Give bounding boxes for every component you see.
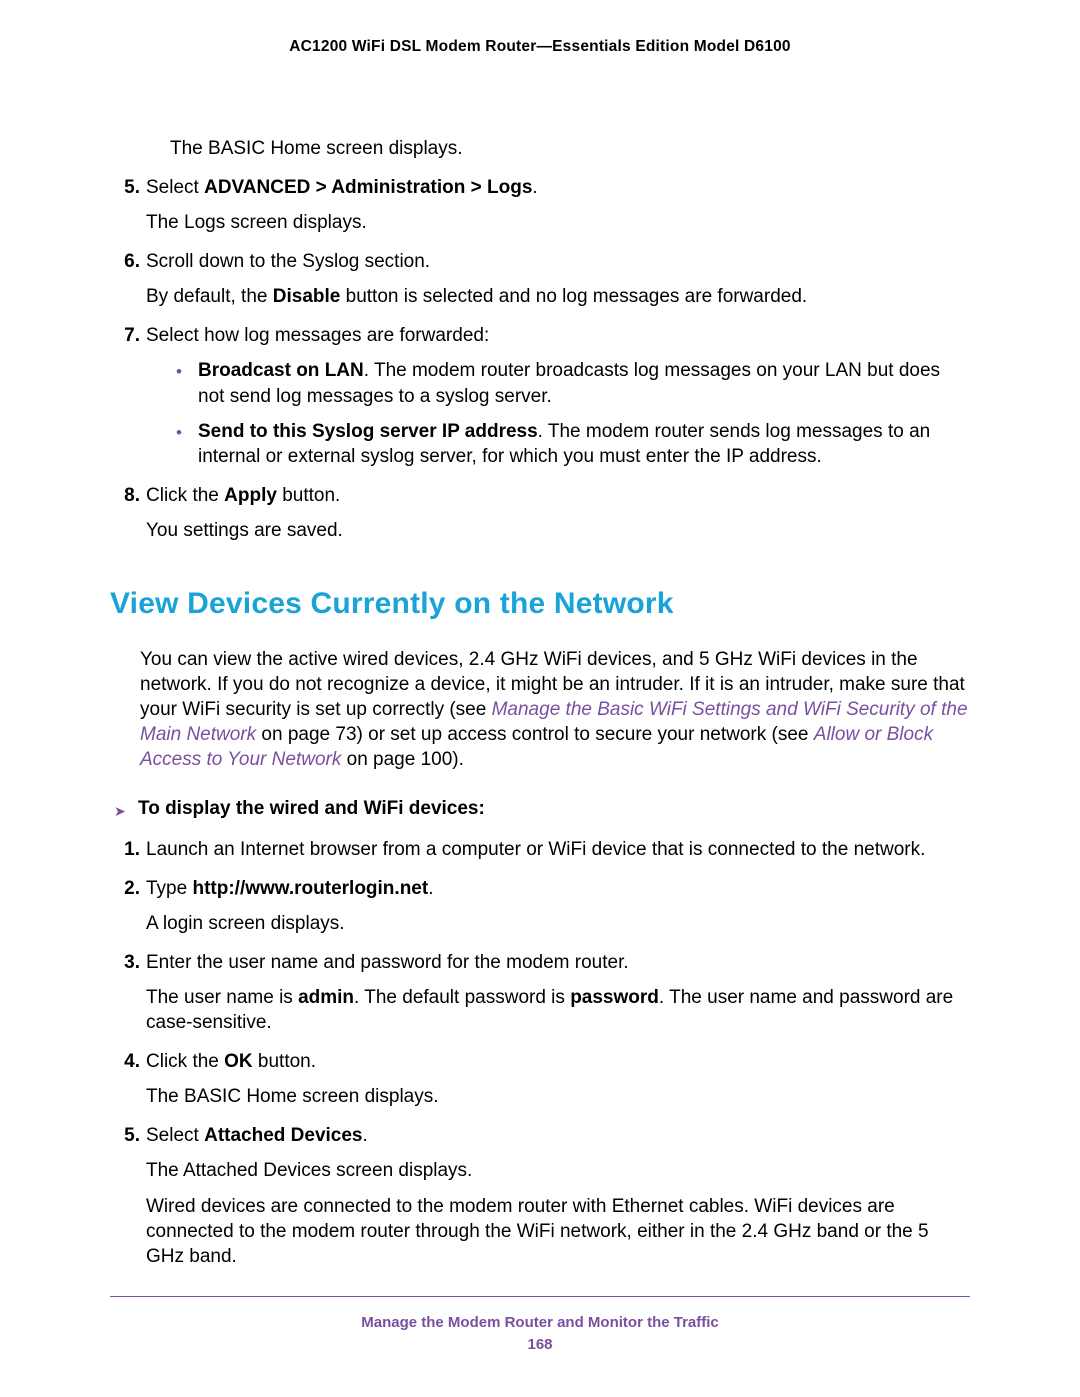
list-text: The user name is: [146, 987, 298, 1008]
bullet-item: • Send to this Syslog server IP address.…: [176, 419, 970, 469]
list-text: By default, the: [146, 286, 273, 307]
list-text: Click the: [146, 485, 224, 506]
list-item: 6. Scroll down to the Syslog section. By…: [110, 249, 970, 309]
list-text: .: [532, 177, 537, 198]
procedure-heading: ➤ To display the wired and WiFi devices:: [114, 798, 970, 822]
list-number: 8.: [110, 483, 140, 543]
list-number: 3.: [110, 950, 140, 1035]
footer-divider: [110, 1296, 970, 1297]
sub-paragraph: The Logs screen displays.: [146, 210, 970, 235]
list-number: 4.: [110, 1049, 140, 1109]
list-text: Select: [146, 177, 204, 198]
list-text: button.: [277, 485, 340, 506]
footer-page-number: 168: [0, 1336, 1080, 1353]
bullet-item: • Broadcast on LAN. The modem router bro…: [176, 358, 970, 408]
intro-paragraph: You can view the active wired devices, 2…: [140, 647, 970, 772]
doc-title: AC1200 WiFi DSL Modem Router—Essentials …: [110, 38, 970, 56]
footer-chapter-title: Manage the Modem Router and Monitor the …: [0, 1314, 1080, 1331]
list-text: button is selected and no log messages a…: [340, 286, 807, 307]
list-text: Select: [146, 1125, 204, 1146]
sub-paragraph: You settings are saved.: [146, 518, 970, 543]
list-text: Select how log messages are forwarded:: [146, 325, 489, 346]
inline-bold: ADVANCED > Administration > Logs: [204, 177, 532, 198]
inline-bold: Send to this Syslog server IP address: [198, 421, 538, 442]
inline-bold: OK: [224, 1051, 253, 1072]
list-text: Click the: [146, 1051, 224, 1072]
sub-paragraph: The BASIC Home screen displays.: [146, 1084, 970, 1109]
list-text: .: [363, 1125, 368, 1146]
sub-paragraph: Wired devices are connected to the modem…: [146, 1194, 970, 1269]
sub-paragraph: By default, the Disable button is select…: [146, 284, 970, 309]
list-item: 8. Click the Apply button. You settings …: [110, 483, 970, 543]
list-text: .: [428, 878, 433, 899]
list-item: 7. Select how log messages are forwarded…: [110, 323, 970, 468]
list-text: Launch an Internet browser from a comput…: [146, 839, 925, 860]
inline-bold: Disable: [273, 286, 341, 307]
list-number: 2.: [110, 876, 140, 936]
triangle-right-icon: ➤: [114, 798, 138, 822]
sub-paragraph: The Attached Devices screen displays.: [146, 1158, 970, 1183]
inline-bold: password: [570, 987, 659, 1008]
intro-text: on page 73) or set up access control to …: [256, 724, 814, 745]
inline-bold: Broadcast on LAN: [198, 360, 364, 381]
list-item: 2. Type http://www.routerlogin.net. A lo…: [110, 876, 970, 936]
list-number: 6.: [110, 249, 140, 309]
list-item: 3. Enter the user name and password for …: [110, 950, 970, 1035]
list-number: 1.: [110, 837, 140, 862]
sub-paragraph: The user name is admin. The default pass…: [146, 985, 970, 1035]
list-text: button.: [253, 1051, 316, 1072]
bullet-marker-icon: •: [176, 358, 198, 408]
continuation-line: The BASIC Home screen displays.: [170, 136, 970, 161]
inline-bold: http://www.routerlogin.net: [192, 878, 428, 899]
intro-text: on page 100).: [341, 749, 464, 770]
list-number: 7.: [110, 323, 140, 468]
list-text: Scroll down to the Syslog section.: [146, 251, 430, 272]
section-heading: View Devices Currently on the Network: [110, 587, 970, 621]
list-text: Enter the user name and password for the…: [146, 952, 629, 973]
document-page: AC1200 WiFi DSL Modem Router—Essentials …: [0, 0, 1080, 1397]
list-item: 1. Launch an Internet browser from a com…: [110, 837, 970, 862]
list-text: . The default password is: [354, 987, 570, 1008]
inline-bold: Attached Devices: [204, 1125, 362, 1146]
list-item: 5. Select Attached Devices. The Attached…: [110, 1123, 970, 1268]
inline-bold: Apply: [224, 485, 277, 506]
list-item: 5. Select ADVANCED > Administration > Lo…: [110, 175, 970, 235]
list-text: Type: [146, 878, 192, 899]
inline-bold: admin: [298, 987, 354, 1008]
list-number: 5.: [110, 1123, 140, 1268]
sub-paragraph: A login screen displays.: [146, 911, 970, 936]
list-item: 4. Click the OK button. The BASIC Home s…: [110, 1049, 970, 1109]
list-number: 5.: [110, 175, 140, 235]
bullet-marker-icon: •: [176, 419, 198, 469]
procedure-heading-text: To display the wired and WiFi devices:: [138, 798, 970, 820]
